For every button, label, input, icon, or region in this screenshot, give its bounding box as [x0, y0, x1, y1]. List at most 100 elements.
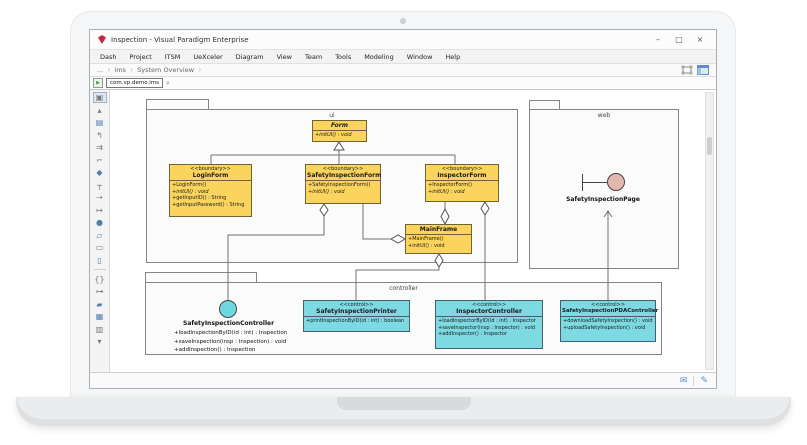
- decision-node-tool-icon[interactable]: ◆: [93, 167, 107, 178]
- operation: +initUI() : void: [308, 189, 378, 196]
- class-loginform[interactable]: <<boundary>> LoginForm +LoginForm() +ini…: [169, 164, 252, 217]
- more-tools-icon[interactable]: ▾: [93, 336, 107, 347]
- menu-item-view[interactable]: View: [277, 53, 292, 61]
- package-web-tab: [529, 100, 560, 109]
- operation: +addInspector() : Inspector: [438, 331, 540, 338]
- operation: +initUI() : void: [428, 189, 496, 196]
- class-name: Form: [314, 122, 365, 129]
- operation: +getInputPassword() : String: [172, 202, 249, 209]
- boundary-symbol-safetyinspectionpage[interactable]: [607, 173, 625, 191]
- scroll-up-icon[interactable]: ▴: [93, 105, 107, 116]
- canvas-vertical-scrollbar[interactable]: [705, 92, 714, 370]
- document-tab[interactable]: com.vp.demo.ims: [106, 78, 163, 88]
- scrollbar-thumb[interactable]: [707, 137, 712, 155]
- matrix-tool-icon[interactable]: ▦: [93, 311, 107, 322]
- minimize-button[interactable]: –: [650, 35, 666, 44]
- operation: +addInspection() : Inspection: [174, 346, 304, 355]
- class-form[interactable]: Form +initUI() : void: [312, 120, 367, 142]
- class-inspectorcontroller-header: <<control>> InspectorController: [436, 301, 542, 317]
- app-window: Inspection - Visual Paradigm Enterprise …: [89, 29, 717, 389]
- operation: +printInspectionByID(id : int) : boolean: [306, 318, 407, 325]
- operation: +loadInspectorByID(id : int) : Inspector: [438, 318, 540, 325]
- menu-item-modeling[interactable]: Modeling: [364, 53, 394, 61]
- safetyinspectioncontroller-label: SafetyInspectionController: [183, 320, 273, 327]
- menu-item-dash[interactable]: Dash: [100, 53, 117, 61]
- breadcrumb-more-button[interactable]: ...: [97, 66, 103, 74]
- search-icon[interactable]: ⌕: [166, 79, 170, 88]
- operation: +SafetyInspectionForm(): [308, 182, 378, 189]
- frame-tool-icon[interactable]: ▭: [93, 242, 107, 253]
- chevron-separator-icon: ›: [130, 67, 133, 73]
- operation: +saveInspection(insp : Inspection) : voi…: [174, 338, 304, 347]
- operation: +initUI() : void: [315, 132, 364, 139]
- breadcrumb-item-ims[interactable]: ims: [114, 66, 126, 74]
- class-safetyinspectionprinter-operations: +printInspectionByID(id : int) : boolean: [304, 317, 409, 326]
- safetyinspectioncontroller-operations: +loadInspectionByID(id : int) : Inspecti…: [174, 329, 304, 355]
- statusbar-divider: [693, 376, 694, 386]
- table-tool-icon[interactable]: ▥: [93, 324, 107, 335]
- class-name: SafetyInspectionPrinter: [305, 308, 408, 315]
- mail-icon[interactable]: ✉: [680, 376, 688, 386]
- class-mainframe[interactable]: MainFrame +MainFrame() +initUI() : void: [405, 224, 472, 254]
- package-ui-tab: [146, 99, 209, 109]
- edit-note-icon[interactable]: ✎: [700, 376, 708, 386]
- class-name: SafetyInspectionForm: [307, 172, 379, 179]
- menu-item-project[interactable]: Project: [130, 53, 152, 61]
- note-tool-icon[interactable]: ▯: [93, 255, 107, 266]
- class-inspectorcontroller[interactable]: <<control>> InspectorController +loadIns…: [435, 300, 543, 349]
- use-case-tool-icon[interactable]: ●: [93, 217, 107, 228]
- package-ui-label: ui: [147, 112, 517, 119]
- class-inspectorform[interactable]: <<boundary>> InspectorForm +InspectorFor…: [425, 164, 499, 202]
- operation: +downloadSafetyInspection() : void: [563, 318, 653, 325]
- menu-item-help[interactable]: Help: [445, 53, 460, 61]
- main-row: ▣ ▴ ▤ ↰ ⇉ ⌐ ◆ ┬ ⇢ ↦ ● ▱ ▭ ▯ {} ⊶: [90, 90, 716, 372]
- menu-item-window[interactable]: Window: [407, 53, 433, 61]
- class-tool-icon[interactable]: ▤: [93, 117, 107, 128]
- class-loginform-header: <<boundary>> LoginForm: [170, 165, 251, 181]
- association-tool-icon[interactable]: ↰: [93, 130, 107, 141]
- dependency-tool-icon[interactable]: ⇢: [93, 192, 107, 203]
- class-mainframe-operations: +MainFrame() +initUI() : void: [406, 235, 471, 250]
- menu-item-uexceler[interactable]: UeXceler: [193, 53, 222, 61]
- breadcrumb: ... › ims › System Overview ›: [90, 64, 716, 77]
- anchor-tool-icon[interactable]: ┬: [93, 180, 107, 191]
- panel-layout-icon[interactable]: [697, 65, 709, 75]
- chevron-separator-icon: ›: [198, 67, 201, 73]
- class-loginform-operations: +LoginForm() +initUI() : void +getInputI…: [170, 181, 251, 209]
- cursor-tool-icon[interactable]: ▣: [93, 92, 107, 103]
- menu-item-tools[interactable]: Tools: [335, 53, 351, 61]
- menu-item-itsm[interactable]: ITSM: [165, 53, 181, 61]
- menu-item-team[interactable]: Team: [305, 53, 322, 61]
- breadcrumb-item-system-overview[interactable]: System Overview: [137, 66, 194, 74]
- diagram-canvas[interactable]: ui web controller: [110, 90, 716, 372]
- class-safetyinspectionpdacontroller[interactable]: <<control>> SafetyInspectionPDAControlle…: [560, 300, 656, 342]
- laptop-base: [16, 397, 791, 426]
- maximize-button[interactable]: □: [671, 35, 687, 44]
- class-form-header: Form: [313, 121, 366, 131]
- class-name: LoginForm: [171, 172, 250, 179]
- control-symbol-safetyinspectioncontroller[interactable]: [219, 300, 237, 318]
- window-title: Inspection - Visual Paradigm Enterprise: [111, 36, 645, 44]
- class-inspectorcontroller-operations: +loadInspectorByID(id : int) : Inspector…: [436, 317, 542, 339]
- subsystem-tool-icon[interactable]: ▰: [93, 299, 107, 310]
- package-controller-label: controller: [146, 285, 661, 292]
- realization-tool-icon[interactable]: ↦: [93, 205, 107, 216]
- class-safetyinspectionprinter[interactable]: <<control>> SafetyInspectionPrinter +pri…: [303, 300, 410, 332]
- package-controller-tab: [145, 272, 257, 282]
- run-diagram-icon[interactable]: ▶: [93, 78, 103, 88]
- class-safetyinspectionform[interactable]: <<boundary>> SafetyInspectionForm +Safet…: [305, 164, 381, 204]
- class-safetyinspectionform-operations: +SafetyInspectionForm() +initUI() : void: [306, 181, 380, 196]
- pin-tool-icon[interactable]: ⊶: [93, 286, 107, 297]
- class-inspectorform-operations: +InspectorForm() +initUI() : void: [426, 181, 498, 196]
- package-web[interactable]: web: [529, 109, 679, 269]
- fit-diagram-icon[interactable]: [681, 65, 693, 75]
- laptop-notch: [337, 397, 471, 410]
- safetyinspectionpage-label: SafetyInspectionPage: [558, 196, 648, 203]
- constraint-tool-icon[interactable]: {}: [93, 274, 107, 285]
- close-button[interactable]: ×: [692, 35, 708, 44]
- document-tab-bar: ▶ com.vp.demo.ims ⌕: [90, 77, 716, 90]
- package-tool-icon[interactable]: ▱: [93, 230, 107, 241]
- menu-item-diagram[interactable]: Diagram: [236, 53, 264, 61]
- containment-tool-icon[interactable]: ⌐: [93, 155, 107, 166]
- directed-association-tool-icon[interactable]: ⇉: [93, 142, 107, 153]
